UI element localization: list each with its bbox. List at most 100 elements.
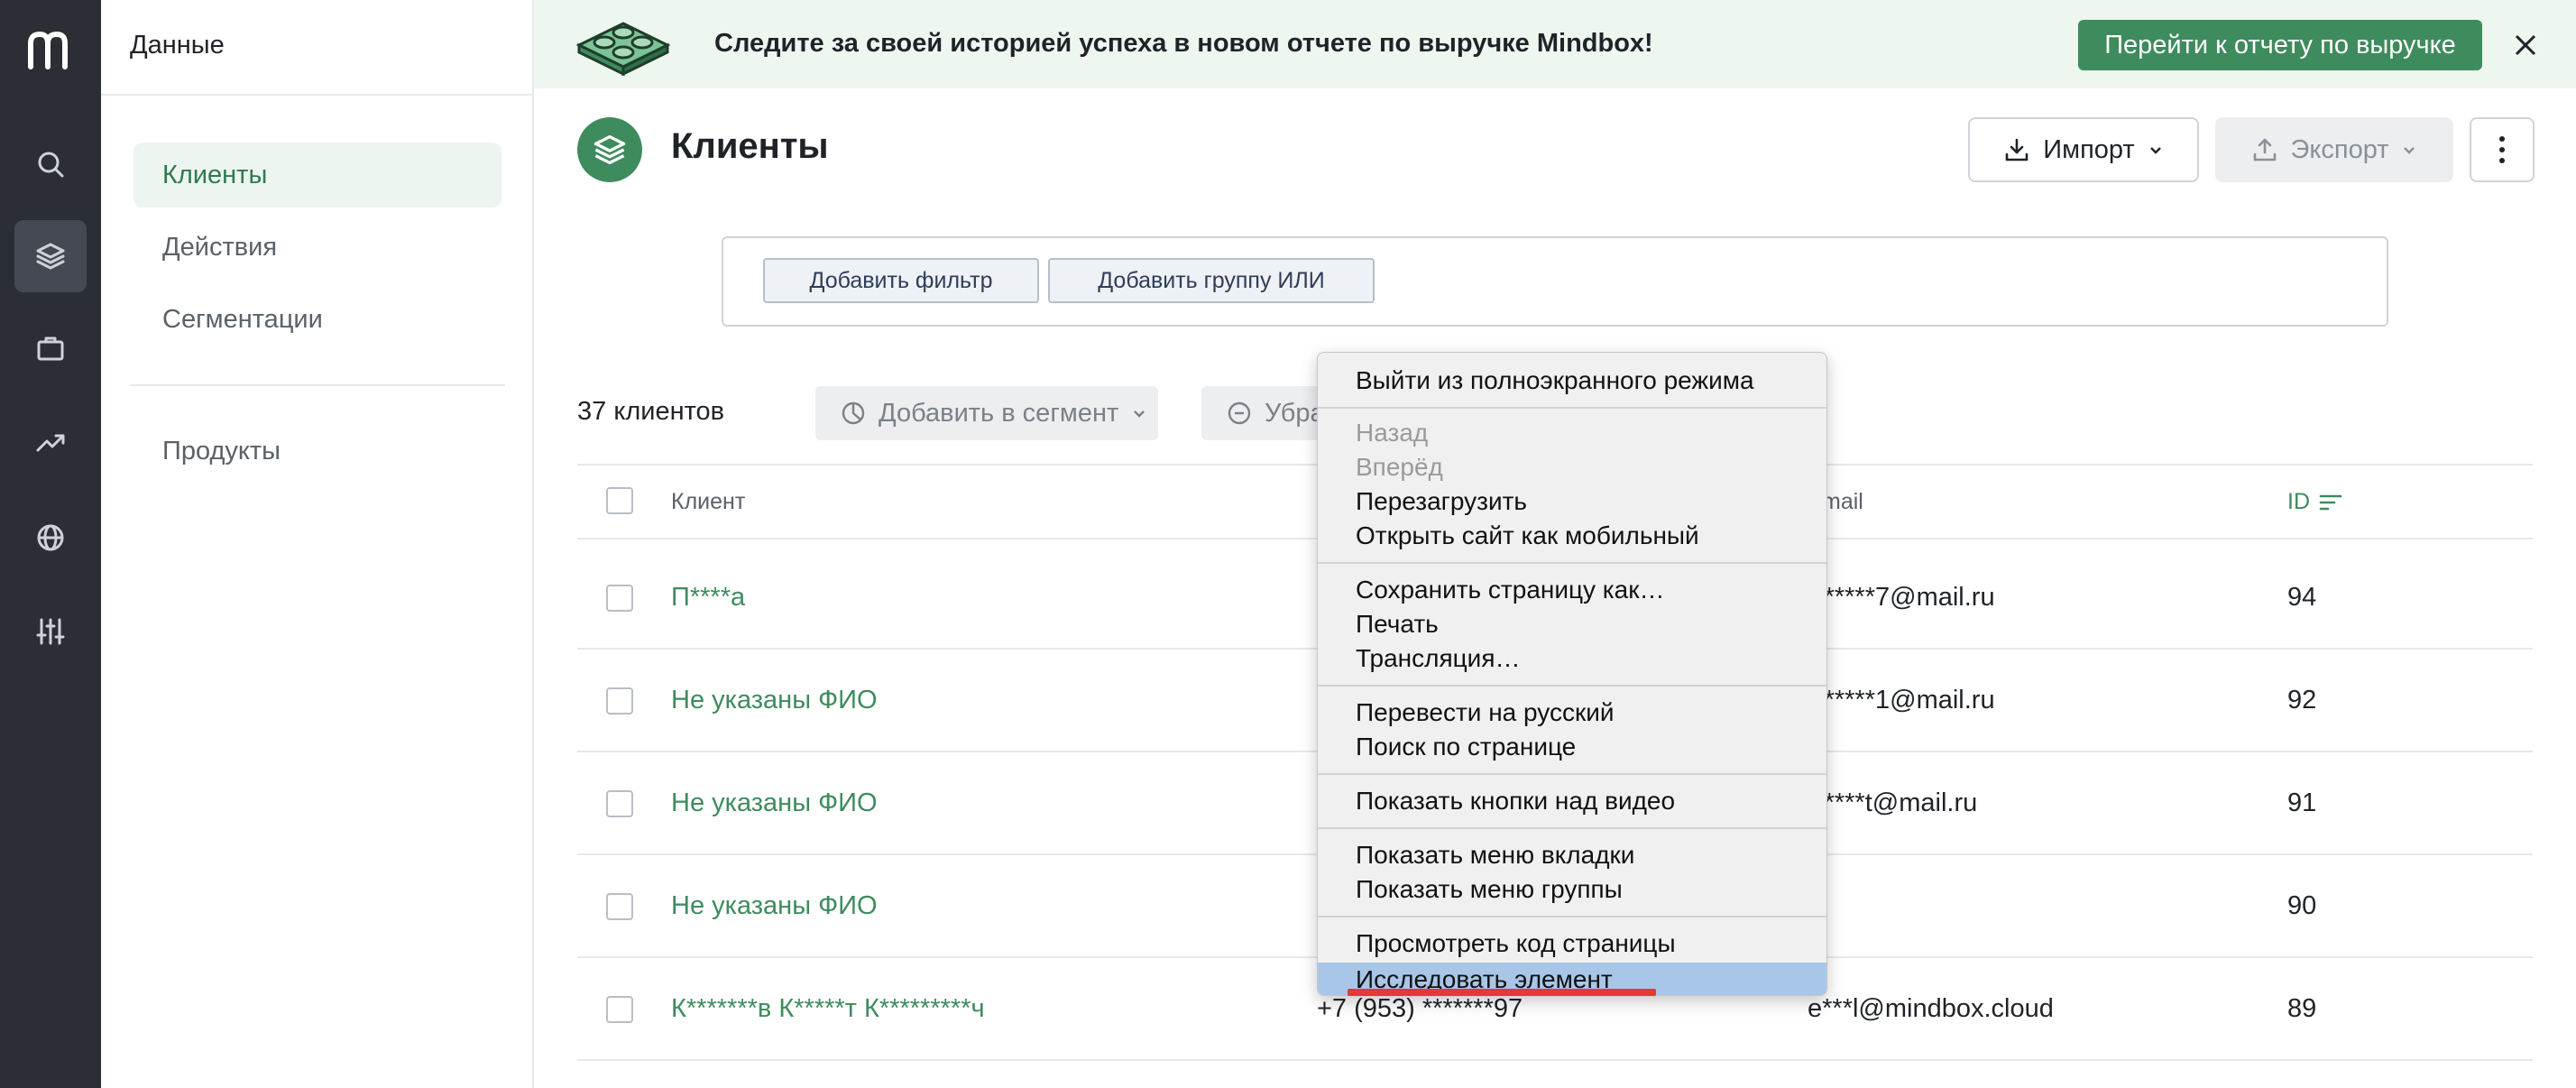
remove-from-segment-button[interactable]: Убра <box>1201 386 1328 440</box>
menu-separator <box>1318 685 1826 687</box>
close-icon[interactable] <box>2506 25 2545 65</box>
settings-nav-button[interactable] <box>14 595 87 668</box>
add-to-segment-label: Добавить в сегмент <box>879 398 1119 428</box>
menu-item-video-buttons[interactable]: Показать кнопки над видео <box>1318 784 1826 818</box>
menu-item-group-menu[interactable]: Показать меню группы <box>1318 872 1826 907</box>
promo-banner: Следите за своей историей успеха в новом… <box>534 0 2576 88</box>
layers-icon <box>593 134 626 165</box>
upload-icon <box>2253 138 2276 161</box>
export-button[interactable]: Экспорт <box>2215 117 2453 182</box>
menu-item-exit-fullscreen[interactable]: Выйти из полноэкранного режима <box>1318 364 1826 398</box>
menu-separator <box>1318 916 1826 917</box>
menu-item-forward: Вперёд <box>1356 453 1443 481</box>
client-phone: +7 (953) *******97 <box>1317 994 1523 1023</box>
column-header-id[interactable]: ID <box>2287 489 2342 515</box>
column-header-email[interactable]: mail <box>1822 489 1863 515</box>
menu-item-back: Назад <box>1356 419 1429 447</box>
row-checkbox[interactable] <box>606 585 633 612</box>
search-nav-button[interactable] <box>14 128 87 200</box>
layers-icon <box>36 243 65 270</box>
globe-icon <box>37 524 64 551</box>
banner-text: Следите за своей историей успеха в новом… <box>714 29 1653 58</box>
client-email: *******7@mail.ru <box>1804 583 1995 612</box>
pie-chart-icon <box>842 401 865 425</box>
nav-item-products[interactable]: Продукты <box>133 419 501 484</box>
clients-count: 37 клиентов <box>577 397 725 426</box>
download-icon <box>2005 138 2029 161</box>
campaigns-nav-button[interactable] <box>14 312 87 384</box>
trend-icon <box>36 434 65 452</box>
add-or-group-button[interactable]: Добавить группу ИЛИ <box>1048 258 1375 303</box>
section-title: Данные <box>130 31 225 60</box>
nav-item-segmentations[interactable]: Сегментации <box>133 287 501 352</box>
client-id: 94 <box>2287 583 2317 612</box>
column-header-client[interactable]: Клиент <box>671 489 745 515</box>
chevron-down-icon <box>2404 147 2415 154</box>
analytics-nav-button[interactable] <box>14 406 87 478</box>
client-id: 91 <box>2287 788 2317 817</box>
app-rail <box>0 0 101 1088</box>
menu-separator <box>1318 407 1826 409</box>
select-all-checkbox[interactable] <box>606 487 633 514</box>
menu-item-translate[interactable]: Перевести на русский <box>1318 696 1826 730</box>
menu-item-open-mobile[interactable]: Открыть сайт как мобильный <box>1318 519 1826 553</box>
add-filter-button[interactable]: Добавить фильтр <box>763 258 1039 303</box>
briefcase-icon <box>37 337 64 361</box>
menu-separator <box>1318 562 1826 564</box>
row-checkbox[interactable] <box>606 687 633 715</box>
menu-item-save-as[interactable]: Сохранить страницу как… <box>1318 573 1826 607</box>
client-name-link[interactable]: Не указаны ФИО <box>671 891 878 921</box>
import-button[interactable]: Импорт <box>1968 117 2199 182</box>
client-name-link[interactable]: Не указаны ФИО <box>671 788 878 818</box>
page-title: Клиенты <box>671 126 829 166</box>
client-name-link[interactable]: П****а <box>671 583 745 613</box>
context-menu: Выйти из полноэкранного режима Назад Впе… <box>1317 352 1827 996</box>
row-checkbox[interactable] <box>606 790 633 817</box>
brick-icon <box>575 22 671 77</box>
more-options-button[interactable] <box>2470 117 2535 182</box>
divider <box>101 94 532 96</box>
search-icon <box>38 152 64 178</box>
sort-icon <box>2319 494 2342 510</box>
divider <box>130 384 505 386</box>
add-to-segment-button[interactable]: Добавить в сегмент <box>815 386 1158 440</box>
client-email: *******1@mail.ru <box>1804 686 1995 715</box>
client-id: 89 <box>2287 994 2317 1023</box>
id-header-label: ID <box>2287 489 2310 514</box>
import-label: Импорт <box>2043 134 2135 164</box>
row-divider <box>577 1059 2533 1061</box>
menu-item-view-source[interactable]: Просмотреть код страницы <box>1318 927 1826 961</box>
section-nav: Данные Клиенты Действия Сегментации Прод… <box>101 0 534 1088</box>
revenue-report-button[interactable]: Перейти к отчету по выручке <box>2078 20 2482 70</box>
minus-circle-icon <box>1228 401 1251 425</box>
menu-item-print[interactable]: Печать <box>1318 607 1826 641</box>
client-email: e***l@mindbox.cloud <box>1808 994 2054 1023</box>
menu-item-find[interactable]: Поиск по странице <box>1318 730 1826 764</box>
client-id: 92 <box>2287 686 2317 715</box>
data-nav-button[interactable] <box>14 220 87 292</box>
filter-box: Добавить фильтр Добавить группу ИЛИ <box>722 236 2388 327</box>
annotation-underline <box>1348 989 1656 996</box>
row-checkbox[interactable] <box>606 996 633 1023</box>
menu-item-reload[interactable]: Перезагрузить <box>1318 484 1826 519</box>
export-label: Экспорт <box>2290 134 2389 164</box>
row-checkbox[interactable] <box>606 893 633 920</box>
client-name-link[interactable]: К*******в К*****т К*********ч <box>671 994 985 1024</box>
page-icon <box>577 117 642 182</box>
chevron-down-icon <box>2149 147 2161 154</box>
client-email: ******t@mail.ru <box>1804 788 1978 817</box>
menu-item-cast[interactable]: Трансляция… <box>1318 641 1826 676</box>
menu-item-tab-menu[interactable]: Показать меню вкладки <box>1318 838 1826 872</box>
client-id: 90 <box>2287 891 2317 920</box>
remove-label: Убра <box>1265 398 1325 428</box>
nav-item-actions[interactable]: Действия <box>133 215 501 280</box>
sites-nav-button[interactable] <box>14 502 87 574</box>
menu-separator <box>1318 773 1826 775</box>
mindbox-logo[interactable] <box>25 27 76 72</box>
client-name-link[interactable]: Не указаны ФИО <box>671 686 878 715</box>
nav-item-clients[interactable]: Клиенты <box>133 143 501 207</box>
sliders-icon <box>36 618 65 645</box>
chevron-down-icon <box>1134 410 1145 418</box>
more-vertical-icon <box>2499 136 2505 163</box>
menu-separator <box>1318 827 1826 829</box>
